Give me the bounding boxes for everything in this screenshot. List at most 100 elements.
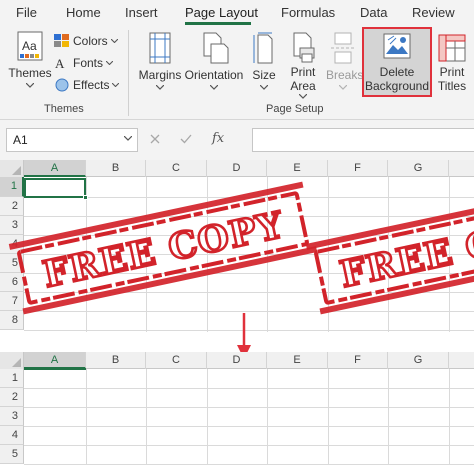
tab-file[interactable]: File bbox=[16, 5, 37, 20]
svg-text:Aa: Aa bbox=[22, 39, 37, 53]
themes-button[interactable]: Aa Themes bbox=[8, 30, 52, 88]
gridline bbox=[24, 445, 474, 446]
themes-label: Themes bbox=[8, 66, 52, 80]
column-header-a[interactable]: A bbox=[24, 352, 86, 369]
free-copy-stamp-repeat: FREE COPY bbox=[305, 181, 474, 315]
row-header-4[interactable]: 4 bbox=[0, 426, 24, 445]
gridline bbox=[24, 388, 474, 389]
gridline bbox=[328, 369, 329, 465]
colors-label: Colors bbox=[73, 34, 108, 48]
effects-icon bbox=[55, 78, 69, 92]
size-button[interactable]: Size bbox=[250, 32, 278, 90]
fill-handle[interactable] bbox=[83, 195, 88, 200]
delete-background-button[interactable]: Delete Background bbox=[364, 32, 430, 93]
gridline bbox=[388, 369, 389, 465]
chevron-down-icon bbox=[299, 94, 307, 99]
ribbon-tab-bar: File Home Insert Page Layout Formulas Da… bbox=[0, 0, 474, 26]
tab-review[interactable]: Review bbox=[412, 5, 455, 20]
print-area-icon bbox=[293, 32, 315, 63]
margins-label: Margins bbox=[138, 68, 182, 82]
print-area-label-line1: Print bbox=[290, 65, 316, 79]
page-break-icon bbox=[331, 32, 355, 64]
effects-button[interactable]: Effects bbox=[54, 78, 120, 92]
ribbon: Aa Themes Colors A Fonts Effects Themes bbox=[0, 26, 474, 120]
print-area-label-line2: Area bbox=[290, 79, 316, 93]
row-header-1[interactable]: 1 bbox=[0, 369, 24, 388]
tab-formulas[interactable]: Formulas bbox=[281, 5, 335, 20]
colors-icon bbox=[54, 34, 69, 47]
name-box[interactable]: A1 bbox=[6, 128, 138, 152]
chevron-down-icon bbox=[26, 83, 34, 88]
fonts-label: Fonts bbox=[73, 56, 104, 70]
page-setup-group-label: Page Setup bbox=[266, 103, 324, 115]
chevron-down-icon bbox=[210, 85, 218, 90]
active-tab-indicator bbox=[185, 22, 251, 25]
chevron-down-icon bbox=[110, 39, 118, 43]
print-titles-icon bbox=[438, 34, 466, 62]
worksheet-with-background[interactable]: A B C D E F G 1 2 3 4 5 6 7 8 FREE COPY bbox=[0, 160, 474, 332]
chevron-down-icon bbox=[156, 85, 164, 90]
orientation-button[interactable]: Orientation bbox=[184, 32, 244, 90]
tab-data[interactable]: Data bbox=[360, 5, 387, 20]
insert-function-icon[interactable]: fx bbox=[212, 131, 224, 146]
group-divider bbox=[128, 30, 129, 116]
formula-buttons: fx bbox=[150, 131, 224, 146]
gridline bbox=[146, 369, 147, 465]
row-header-3[interactable]: 3 bbox=[0, 407, 24, 426]
delete-background-icon bbox=[383, 33, 411, 59]
orientation-label: Orientation bbox=[184, 68, 244, 82]
page-size-icon bbox=[253, 32, 273, 64]
margins-icon bbox=[149, 32, 171, 64]
themes-icon: Aa bbox=[17, 31, 43, 61]
free-copy-stamp: FREE COPY bbox=[8, 181, 318, 315]
size-label: Size bbox=[252, 68, 276, 82]
gridline bbox=[86, 369, 87, 465]
column-header-e[interactable]: E bbox=[267, 352, 328, 369]
column-header-c[interactable]: C bbox=[146, 352, 207, 369]
chevron-down-icon bbox=[106, 61, 114, 65]
print-titles-label-line1: Print bbox=[439, 65, 465, 79]
column-header-b[interactable]: B bbox=[86, 352, 146, 369]
margins-button[interactable]: Margins bbox=[137, 32, 183, 90]
gridline bbox=[267, 369, 268, 465]
themes-group-label: Themes bbox=[44, 103, 84, 115]
print-area-button[interactable]: Print Area bbox=[284, 32, 322, 99]
breaks-button[interactable]: Breaks bbox=[326, 32, 364, 90]
active-cell-a1[interactable] bbox=[24, 178, 86, 198]
chevron-down-icon bbox=[112, 83, 120, 87]
column-header-d[interactable]: D bbox=[207, 352, 267, 369]
name-box-value: A1 bbox=[13, 133, 28, 147]
select-all-button[interactable] bbox=[0, 352, 24, 369]
column-header-f[interactable]: F bbox=[328, 352, 388, 369]
tab-page-layout[interactable]: Page Layout bbox=[185, 5, 258, 20]
row-header-5[interactable]: 5 bbox=[0, 445, 24, 464]
chevron-down-icon[interactable] bbox=[124, 136, 132, 141]
column-header-g[interactable]: G bbox=[388, 352, 449, 369]
delete-background-label-line1: Delete bbox=[379, 65, 415, 79]
row-header-2[interactable]: 2 bbox=[0, 388, 24, 407]
gridline bbox=[24, 407, 474, 408]
tab-home[interactable]: Home bbox=[66, 5, 101, 20]
print-titles-label-line2: Titles bbox=[437, 79, 467, 93]
chevron-down-icon bbox=[339, 85, 347, 90]
effects-label: Effects bbox=[73, 78, 110, 92]
active-cell-a1[interactable] bbox=[24, 368, 86, 370]
worksheet-without-background[interactable]: A B C D E F G 1 2 3 4 5 bbox=[0, 352, 474, 465]
orientation-icon bbox=[203, 32, 229, 64]
gridline bbox=[24, 426, 474, 427]
breaks-label: Breaks bbox=[326, 68, 364, 82]
fonts-icon: A bbox=[55, 56, 65, 70]
gridline bbox=[207, 369, 208, 465]
colors-button[interactable]: Colors bbox=[54, 34, 118, 48]
checkmark-icon[interactable] bbox=[180, 134, 192, 144]
svg-text:A: A bbox=[55, 56, 65, 70]
gridline bbox=[449, 369, 450, 465]
formula-input[interactable] bbox=[252, 128, 474, 152]
print-titles-button[interactable]: Print Titles bbox=[434, 32, 470, 93]
column-headers: A B C D E F G bbox=[0, 352, 474, 369]
fonts-button[interactable]: A Fonts bbox=[54, 56, 114, 70]
tab-insert[interactable]: Insert bbox=[125, 5, 158, 20]
delete-background-label-line2: Background bbox=[364, 79, 430, 93]
cancel-icon[interactable] bbox=[150, 134, 160, 144]
chevron-down-icon bbox=[260, 85, 268, 90]
